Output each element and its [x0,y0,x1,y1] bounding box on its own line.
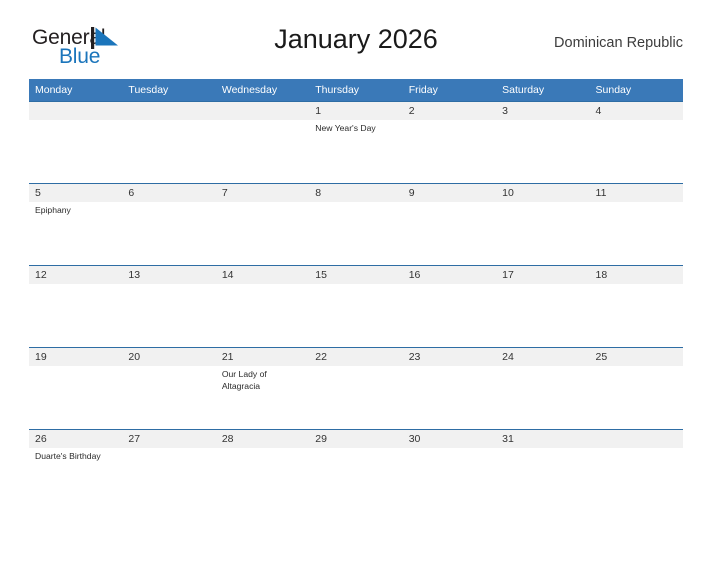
day-number: 16 [402,266,497,284]
calendar-week-row: 12 13 14 15 16 17 18 [29,265,683,348]
calendar-week-row: 1 New Year's Day 2 3 4 [29,101,683,184]
day-number: 24 [496,348,590,366]
day-number [215,102,310,120]
day-number: 9 [402,184,497,202]
day-number: 3 [496,102,590,120]
calendar-day-cell[interactable]: 7 [215,183,310,266]
day-number: 19 [29,348,123,366]
calendar-table: Monday Tuesday Wednesday Thursday Friday… [29,79,683,511]
day-number [29,102,123,120]
weekday-header-sunday: Sunday [589,79,683,102]
day-number: 25 [589,348,683,366]
calendar-day-cell[interactable]: 10 [496,183,590,266]
calendar-day-cell[interactable]: 1 New Year's Day [309,101,403,184]
calendar-day-cell[interactable]: 5 Epiphany [29,183,123,266]
page-header: General Blue January 2026 Dominican Repu… [29,22,683,74]
day-number: 20 [122,348,216,366]
day-number: 6 [122,184,216,202]
calendar-day-cell[interactable]: 2 [402,101,497,184]
calendar-day-cell[interactable]: 27 [122,429,216,511]
calendar-body: 1 New Year's Day 2 3 4 5 Epiphany 6 7 8 9 10 11 12 13 1… [29,101,683,511]
holiday-label: Our Lady of Altagracia [221,369,267,391]
calendar-day-cell[interactable]: 29 [309,429,403,511]
weekday-header-thursday: Thursday [309,79,403,102]
calendar-day-cell[interactable]: 13 [122,265,216,348]
calendar-day-cell[interactable]: 21 Our Lady of Altagracia [215,347,310,430]
calendar-week-row: 5 Epiphany 6 7 8 9 10 11 [29,183,683,266]
calendar-day-cell[interactable]: 19 [29,347,123,430]
calendar-week-row: 26 Duarte's Birthday 27 28 29 30 31 [29,429,683,511]
day-number: 15 [309,266,403,284]
calendar-day-cell[interactable]: 28 [215,429,310,511]
calendar-day-cell[interactable]: 14 [215,265,310,348]
calendar-header-row: Monday Tuesday Wednesday Thursday Friday… [29,79,683,102]
day-number [589,430,683,448]
calendar-day-cell[interactable]: 20 [122,347,216,430]
weekday-header-tuesday: Tuesday [122,79,216,102]
calendar-day-cell[interactable]: 3 [496,101,590,184]
day-number: 22 [309,348,403,366]
calendar-day-cell[interactable]: 25 [589,347,683,430]
day-number: 18 [589,266,683,284]
calendar-day-cell[interactable]: 6 [122,183,216,266]
day-number: 2 [402,102,497,120]
day-number: 26 [29,430,123,448]
holiday-label: Duarte's Birthday [35,451,101,461]
holiday-label: Epiphany [35,205,71,215]
calendar-week-row: 19 20 21 Our Lady of Altagracia 22 23 24 25 [29,347,683,430]
weekday-header-wednesday: Wednesday [215,79,310,102]
day-number: 31 [496,430,590,448]
day-number: 28 [215,430,310,448]
calendar-day-cell[interactable]: 9 [402,183,497,266]
calendar-container: Monday Tuesday Wednesday Thursday Friday… [29,79,683,511]
day-number: 1 [309,102,403,120]
day-number: 7 [215,184,310,202]
calendar-day-cell[interactable] [29,101,123,184]
calendar-day-cell[interactable]: 26 Duarte's Birthday [29,429,123,511]
day-number: 5 [29,184,123,202]
day-number [122,102,216,120]
calendar-page: General Blue January 2026 Dominican Repu… [0,22,712,572]
calendar-day-cell[interactable]: 12 [29,265,123,348]
calendar-day-cell[interactable]: 17 [496,265,590,348]
day-number: 27 [122,430,216,448]
day-number: 10 [496,184,590,202]
calendar-day-cell[interactable]: 23 [402,347,497,430]
day-number: 8 [309,184,403,202]
day-number: 17 [496,266,590,284]
weekday-header-saturday: Saturday [496,79,590,102]
day-number: 4 [589,102,683,120]
calendar-day-cell[interactable]: 4 [589,101,683,184]
weekday-header-monday: Monday [29,79,123,102]
calendar-day-cell[interactable] [589,429,683,511]
day-number: 23 [402,348,497,366]
day-number: 13 [122,266,216,284]
day-number: 11 [589,184,683,202]
calendar-day-cell[interactable]: 16 [402,265,497,348]
day-number: 29 [309,430,403,448]
calendar-day-cell[interactable]: 18 [589,265,683,348]
calendar-day-cell[interactable]: 31 [496,429,590,511]
calendar-day-cell[interactable]: 30 [402,429,497,511]
day-number: 12 [29,266,123,284]
weekday-header-friday: Friday [402,79,497,102]
calendar-day-cell[interactable]: 11 [589,183,683,266]
holiday-label: New Year's Day [315,123,376,133]
calendar-day-cell[interactable]: 15 [309,265,403,348]
country-label: Dominican Republic [554,35,683,51]
day-number: 30 [402,430,497,448]
calendar-day-cell[interactable] [122,101,216,184]
calendar-day-cell[interactable] [215,101,310,184]
day-number: 14 [215,266,310,284]
day-number: 21 [215,348,310,366]
calendar-day-cell[interactable]: 22 [309,347,403,430]
calendar-day-cell[interactable]: 8 [309,183,403,266]
calendar-day-cell[interactable]: 24 [496,347,590,430]
